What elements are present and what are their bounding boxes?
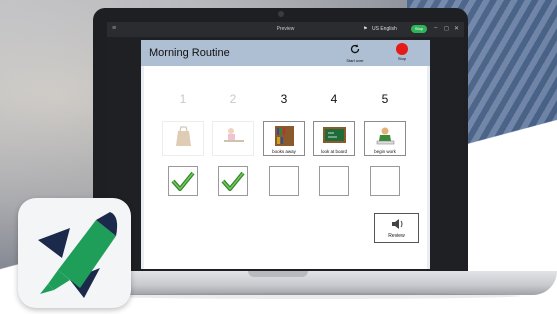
step-number: 4: [330, 92, 338, 106]
student-writing-icon: [376, 127, 395, 145]
flag-icon: ⚑: [363, 26, 368, 32]
step-number: 1: [179, 92, 187, 106]
rocket-pen-icon: [38, 212, 118, 298]
step-card[interactable]: books away: [263, 121, 305, 156]
review-label: Review: [388, 233, 405, 239]
review-button[interactable]: Review: [374, 213, 419, 243]
maximize-icon[interactable]: ◻: [444, 25, 449, 32]
step-caption: begin work: [374, 149, 396, 154]
step-card[interactable]: [162, 121, 204, 156]
start-over-label: Start over: [346, 58, 364, 63]
stop-icon: [396, 43, 408, 55]
step-checkbox[interactable]: [218, 166, 248, 196]
speaker-icon: [392, 219, 403, 229]
step-number: 5: [381, 92, 389, 106]
stop-pill-button[interactable]: Stop: [411, 25, 427, 33]
step-number: 2: [229, 92, 237, 106]
page-title: Morning Routine: [149, 47, 230, 59]
start-over-button[interactable]: Start over: [341, 43, 369, 65]
minimize-icon[interactable]: –: [434, 25, 437, 31]
app-header: Morning Routine Start over Stop: [141, 40, 430, 66]
webcam: [278, 11, 284, 17]
person-at-desk-icon: [224, 128, 244, 142]
stop-button[interactable]: Stop: [391, 43, 413, 65]
checkmark-icon: [171, 171, 195, 191]
laptop-base: [74, 271, 557, 295]
step-card[interactable]: look at board: [313, 121, 355, 156]
stop-label: Stop: [397, 56, 407, 61]
bookshelf-icon: [275, 126, 294, 146]
step-checkbox[interactable]: [370, 166, 400, 196]
step-checkbox[interactable]: [269, 166, 299, 196]
step-checkbox[interactable]: [168, 166, 198, 196]
chalkboard-icon: [323, 127, 346, 143]
language-selector[interactable]: US English: [372, 26, 397, 32]
lunch-bag-icon: [176, 126, 191, 146]
laptop-shadow: [100, 293, 520, 299]
restart-icon: [341, 43, 369, 58]
step-checkbox[interactable]: [319, 166, 349, 196]
laptop-notch: [248, 271, 308, 277]
step-card[interactable]: [212, 121, 254, 156]
window-titlebar: ≡ Preview ⚑ US English Stop – ◻ ✕: [107, 22, 464, 37]
close-icon[interactable]: ✕: [454, 25, 459, 32]
step-caption: look at board: [320, 149, 348, 154]
step-number: 3: [280, 92, 288, 106]
checkmark-icon: [221, 171, 245, 191]
app-logo: [18, 198, 131, 308]
step-caption: books away: [272, 149, 296, 154]
step-card[interactable]: begin work: [364, 121, 406, 156]
